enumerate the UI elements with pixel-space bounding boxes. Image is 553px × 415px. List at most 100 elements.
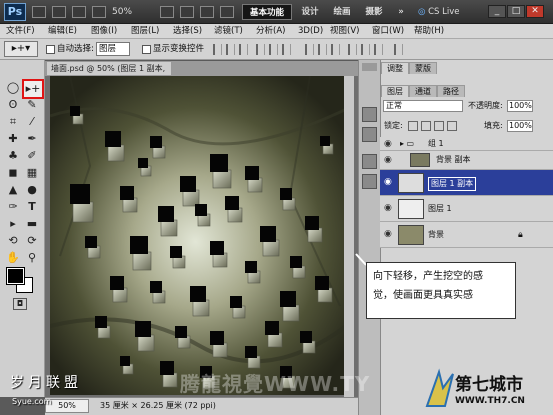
blur-tool-icon[interactable]: ▲ xyxy=(4,182,22,198)
gradient-tool-icon[interactable]: ▦ xyxy=(23,165,41,181)
fill-input[interactable]: 100% xyxy=(507,120,533,132)
lock-all-icon[interactable] xyxy=(447,121,457,131)
foreground-color-swatch[interactable] xyxy=(7,268,24,284)
visibility-eye-icon[interactable]: ◉ xyxy=(384,156,395,165)
align-bottom-icon[interactable] xyxy=(239,44,248,55)
distribute-hcenter-icon[interactable] xyxy=(361,44,370,55)
menu-help[interactable]: 帮助(H) xyxy=(414,25,444,38)
3d-orbit-tool-icon[interactable]: ⟳ xyxy=(23,233,41,249)
align-left-icon[interactable] xyxy=(256,44,265,55)
visibility-eye-icon[interactable]: ◉ xyxy=(384,204,395,213)
visibility-eye-icon[interactable]: ◉ xyxy=(384,178,395,187)
workspace-painting-button[interactable]: 绘画 xyxy=(328,4,356,20)
healing-brush-tool-icon[interactable]: ✚ xyxy=(4,131,22,147)
workspace-essentials-button[interactable]: 基本功能 xyxy=(242,4,292,20)
menu-edit[interactable]: 编辑(E) xyxy=(48,25,77,38)
blend-mode-dropdown[interactable]: 正常 xyxy=(383,100,463,112)
tab-paths[interactable]: 路径 xyxy=(437,85,465,97)
quick-select-tool-icon[interactable]: ✎ xyxy=(23,97,41,113)
menu-layer[interactable]: 图层(L) xyxy=(131,25,159,38)
workspace-design-button[interactable]: 设计 xyxy=(296,4,324,20)
actions-panel-icon[interactable] xyxy=(362,127,377,142)
view-extras-icon[interactable] xyxy=(72,6,86,18)
tab-layers[interactable]: 图层 xyxy=(381,85,409,97)
tab-adjustments[interactable]: 调整 xyxy=(381,62,409,74)
lasso-tool-icon[interactable]: ʘ xyxy=(4,97,22,113)
layer-row[interactable]: ◉ 图层 1 xyxy=(380,196,553,222)
bridge-icon[interactable] xyxy=(32,6,46,18)
arrange-documents-icon[interactable] xyxy=(200,6,214,18)
document-canvas[interactable] xyxy=(50,76,353,395)
collapse-dock-icon[interactable] xyxy=(362,63,377,71)
tab-masks[interactable]: 蒙版 xyxy=(409,62,437,74)
maximize-button[interactable]: □ xyxy=(507,5,525,18)
quick-mask-icon[interactable]: ◘ xyxy=(13,298,27,310)
tool-preset-picker[interactable]: ▸+▾ xyxy=(4,41,38,57)
distribute-top-icon[interactable] xyxy=(305,44,314,55)
menu-select[interactable]: 选择(S) xyxy=(173,25,202,38)
menu-view[interactable]: 视图(V) xyxy=(330,25,359,38)
hand-tool-icon[interactable] xyxy=(160,6,174,18)
align-vcenter-icon[interactable] xyxy=(226,44,235,55)
paragraph-panel-icon[interactable] xyxy=(362,174,377,189)
menu-file[interactable]: 文件(F) xyxy=(6,25,35,38)
rectangle-tool-icon[interactable]: ▬ xyxy=(23,216,41,232)
layer-row[interactable]: ◉ 背景 副本 xyxy=(380,151,553,170)
path-select-tool-icon[interactable]: ▸ xyxy=(4,216,22,232)
workspace-photography-button[interactable]: 摄影 xyxy=(360,4,388,20)
mini-bridge-icon[interactable] xyxy=(52,6,66,18)
distribute-right-icon[interactable] xyxy=(374,44,383,55)
marquee-tool-icon[interactable]: ◯ xyxy=(4,80,22,96)
auto-align-icon[interactable] xyxy=(394,44,403,55)
zoom-tool-icon[interactable] xyxy=(92,6,106,18)
lock-image-icon[interactable] xyxy=(421,121,431,131)
align-hcenter-icon[interactable] xyxy=(269,44,278,55)
brush-tool-icon[interactable]: ✒ xyxy=(23,131,41,147)
character-panel-icon[interactable] xyxy=(362,154,377,169)
history-brush-tool-icon[interactable]: ✐ xyxy=(23,148,41,164)
pen-tool-icon[interactable]: ✑ xyxy=(4,199,22,215)
menu-analysis[interactable]: 分析(A) xyxy=(256,25,285,38)
layer-row-selected[interactable]: ◉ 图层 1 副本 xyxy=(380,170,553,196)
menu-filter[interactable]: 滤镜(T) xyxy=(214,25,243,38)
zoom-tool-icon[interactable]: ⚲ xyxy=(23,250,41,266)
layer-row-group[interactable]: ◉ ▸ ▭ 组 1 xyxy=(380,137,553,151)
vertical-scrollbar[interactable] xyxy=(344,76,354,397)
cs-live-button[interactable]: ◎ CS Live xyxy=(418,5,482,19)
zoom-level[interactable]: 50% xyxy=(112,5,154,19)
hand-tool-icon[interactable]: ✋ xyxy=(4,250,22,266)
menu-image[interactable]: 图像(I) xyxy=(91,25,117,38)
opacity-input[interactable]: 100% xyxy=(507,100,533,112)
type-tool-icon[interactable]: T xyxy=(23,199,41,215)
eyedropper-tool-icon[interactable]: ⁄ xyxy=(23,114,41,130)
distribute-bottom-icon[interactable] xyxy=(331,44,340,55)
align-right-icon[interactable] xyxy=(282,44,291,55)
clone-stamp-tool-icon[interactable]: ♣ xyxy=(4,148,22,164)
crop-tool-icon[interactable]: ⌗ xyxy=(4,114,22,130)
minimize-button[interactable]: _ xyxy=(488,5,506,18)
3d-rotate-tool-icon[interactable]: ⟲ xyxy=(4,233,22,249)
auto-select-checkbox[interactable] xyxy=(46,45,55,54)
screen-mode-icon[interactable] xyxy=(220,6,234,18)
distribute-vcenter-icon[interactable] xyxy=(318,44,327,55)
tab-channels[interactable]: 通道 xyxy=(409,85,437,97)
status-zoom[interactable]: 50% xyxy=(45,399,89,413)
align-top-icon[interactable] xyxy=(213,44,222,55)
move-tool-icon[interactable]: ▸+ xyxy=(22,79,44,99)
show-transform-checkbox[interactable] xyxy=(142,45,151,54)
close-button[interactable]: ✕ xyxy=(526,5,544,18)
dodge-tool-icon[interactable]: ● xyxy=(23,182,41,198)
rotate-view-icon[interactable] xyxy=(180,6,194,18)
history-panel-icon[interactable] xyxy=(362,107,377,122)
workspace-more-icon[interactable]: » xyxy=(394,4,408,20)
lock-transparent-icon[interactable] xyxy=(408,121,418,131)
layer-row-background[interactable]: ◉ 背景 🔒︎ xyxy=(380,222,553,248)
visibility-eye-icon[interactable]: ◉ xyxy=(384,230,395,239)
document-tab[interactable]: 墙面.psd @ 50% (图层 1 副本, RGB/8#) *× xyxy=(46,61,172,86)
eraser-tool-icon[interactable]: ◼ xyxy=(4,165,22,181)
visibility-eye-icon[interactable]: ◉ xyxy=(384,140,395,149)
auto-select-dropdown[interactable]: 图层 xyxy=(96,42,130,56)
lock-position-icon[interactable] xyxy=(434,121,444,131)
distribute-left-icon[interactable] xyxy=(348,44,357,55)
menu-3d[interactable]: 3D(D) xyxy=(298,25,323,38)
